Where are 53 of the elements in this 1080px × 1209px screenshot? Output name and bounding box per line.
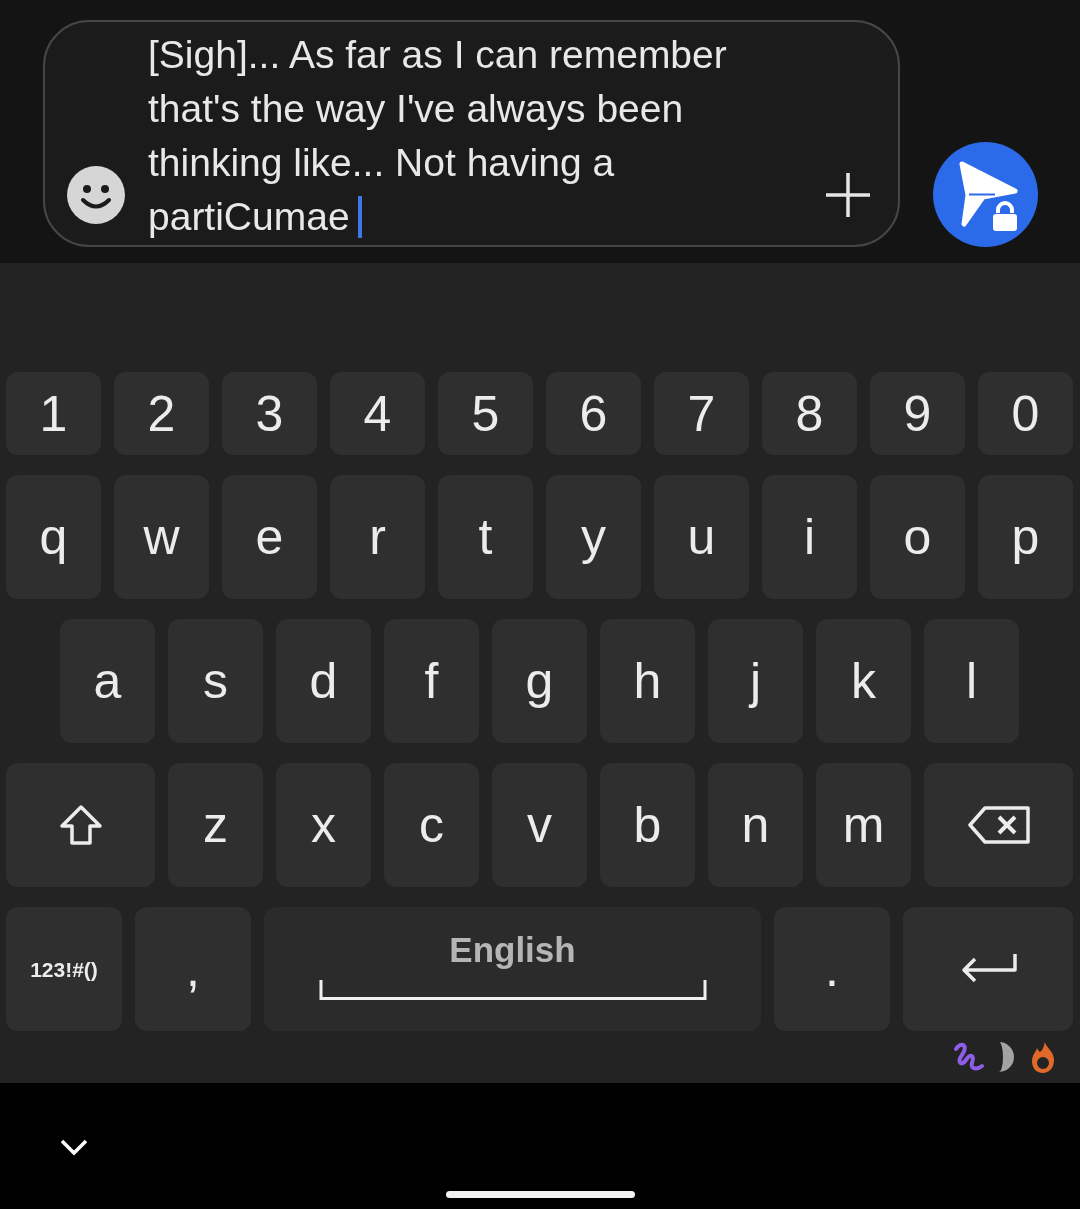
- shift-key[interactable]: [6, 763, 155, 887]
- keyboard-key[interactable]: 7: [654, 372, 749, 455]
- keyboard-key[interactable]: k: [816, 619, 911, 743]
- keyboard-key[interactable]: a: [60, 619, 155, 743]
- keyboard-key[interactable]: 6: [546, 372, 641, 455]
- keyboard-key[interactable]: y: [546, 475, 641, 599]
- keyboard-key[interactable]: u: [654, 475, 749, 599]
- keyboard-key[interactable]: f: [384, 619, 479, 743]
- keyboard-key[interactable]: s: [168, 619, 263, 743]
- keyboard-key[interactable]: g: [492, 619, 587, 743]
- keyboard-key[interactable]: i: [762, 475, 857, 599]
- keyboard-key[interactable]: c: [384, 763, 479, 887]
- keyboard-key[interactable]: j: [708, 619, 803, 743]
- keyboard-key[interactable]: x: [276, 763, 371, 887]
- keyboard-key[interactable]: d: [276, 619, 371, 743]
- shift-arrow-icon: [58, 804, 103, 846]
- space-key[interactable]: English: [264, 907, 761, 1031]
- keyboard-key[interactable]: v: [492, 763, 587, 887]
- keyboard-key[interactable]: h: [600, 619, 695, 743]
- keyboard-key[interactable]: 5: [438, 372, 533, 455]
- keyboard-key[interactable]: m: [816, 763, 911, 887]
- typed-text: [Sigh]... As far as I can remember that's the way I've always been thinking like... Not having a partiCumae: [148, 32, 728, 240]
- keyboard-key[interactable]: p: [978, 475, 1073, 599]
- backspace-icon: [966, 805, 1031, 845]
- keyboard-key[interactable]: .: [774, 907, 890, 1031]
- keyboard-key[interactable]: z: [168, 763, 263, 887]
- chevron-down-icon[interactable]: [59, 1138, 89, 1156]
- keyboard-key[interactable]: 9: [870, 372, 965, 455]
- keyboard-key[interactable]: 8: [762, 372, 857, 455]
- keyboard-key[interactable]: n: [708, 763, 803, 887]
- keyboard-key[interactable]: w: [114, 475, 209, 599]
- keyboard-key[interactable]: 3: [222, 372, 317, 455]
- keyboard-key[interactable]: b: [600, 763, 695, 887]
- paper-plane-icon: [959, 161, 1018, 227]
- keyboard-key[interactable]: r: [330, 475, 425, 599]
- space-bar-icon: [318, 978, 707, 1001]
- plus-icon[interactable]: [824, 171, 872, 219]
- keyboard-key[interactable]: 1: [6, 372, 101, 455]
- backspace-key[interactable]: [924, 763, 1073, 887]
- keyboard-key[interactable]: 0: [978, 372, 1073, 455]
- keyboard-key[interactable]: l: [924, 619, 1019, 743]
- message-field[interactable]: [Sigh]... As far as I can remember that's the way I've always been thinking like... Not having a partiCumae: [43, 20, 900, 247]
- keyboard-key[interactable]: 4: [330, 372, 425, 455]
- smiley-icon[interactable]: [67, 166, 125, 224]
- keyboard-key[interactable]: o: [870, 475, 965, 599]
- symbols-key[interactable]: 123!#(): [6, 907, 122, 1031]
- keyboard-key[interactable]: e: [222, 475, 317, 599]
- keyboard-key[interactable]: 2: [114, 372, 209, 455]
- flame-icon: [1029, 1040, 1057, 1074]
- keyboard-key[interactable]: q: [6, 475, 101, 599]
- text-cursor: [357, 196, 362, 238]
- keyboard-key[interactable]: t: [438, 475, 533, 599]
- keyboard-key[interactable]: ,: [135, 907, 251, 1031]
